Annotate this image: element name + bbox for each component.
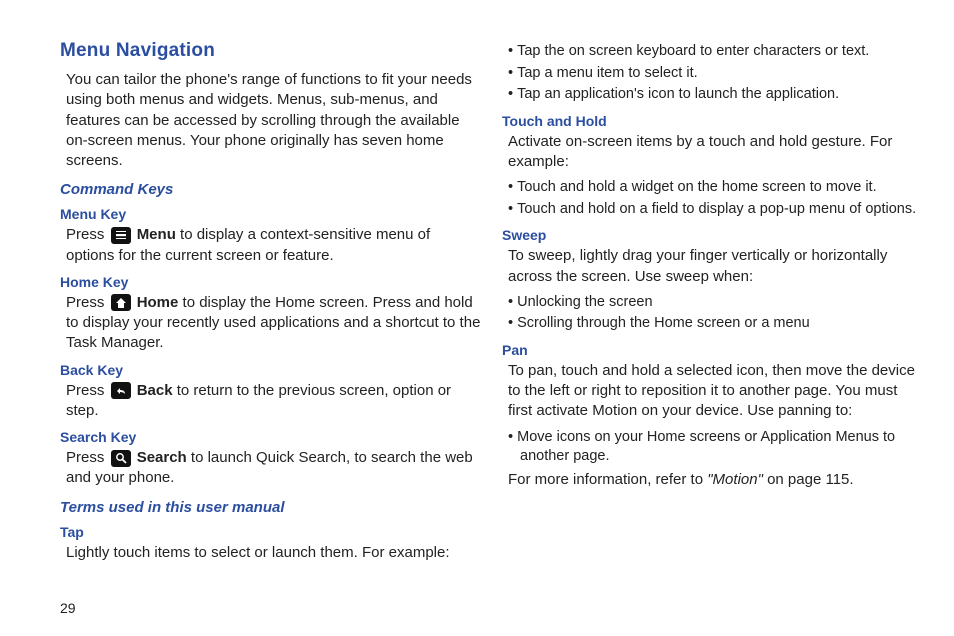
- left-column: Menu Navigation You can tailor the phone…: [60, 40, 482, 616]
- menu-key-body: Press Menu to display a context-sensitiv…: [66, 225, 482, 266]
- heading-home-key: Home Key: [60, 274, 482, 290]
- tap-body: Lightly touch items to select or launch …: [66, 543, 482, 563]
- pan-more-info: For more information, refer to "Motion" …: [508, 470, 924, 490]
- heading-menu-navigation: Menu Navigation: [60, 40, 482, 62]
- back-icon: [111, 382, 131, 399]
- heading-terms: Terms used in this user manual: [60, 499, 482, 516]
- right-column: Tap the on screen keyboard to enter char…: [502, 40, 924, 616]
- heading-menu-key: Menu Key: [60, 206, 482, 222]
- tap-bullet: Tap a menu item to select it.: [508, 64, 924, 84]
- text: Press: [66, 382, 109, 399]
- sweep-bullet: Scrolling through the Home screen or a m…: [508, 314, 924, 334]
- sweep-body: To sweep, lightly drag your finger verti…: [508, 246, 924, 287]
- text: on page 115.: [763, 471, 854, 488]
- tap-bullet: Tap an application's icon to launch the …: [508, 85, 924, 105]
- touch-hold-bullet: Touch and hold a widget on the home scre…: [508, 178, 924, 198]
- touch-hold-body: Activate on-screen items by a touch and …: [508, 132, 924, 173]
- heading-search-key: Search Key: [60, 429, 482, 445]
- text: Press: [66, 449, 109, 466]
- back-key-bold: Back: [137, 382, 173, 399]
- home-key-bold: Home: [137, 294, 179, 311]
- motion-reference: "Motion": [707, 471, 763, 488]
- pan-bullet: Move icons on your Home screens or Appli…: [508, 428, 924, 467]
- heading-pan: Pan: [502, 342, 924, 358]
- home-key-body: Press Home to display the Home screen. P…: [66, 293, 482, 354]
- pan-body: To pan, touch and hold a selected icon, …: [508, 361, 924, 422]
- search-key-bold: Search: [137, 449, 187, 466]
- intro-paragraph: You can tailor the phone's range of func…: [66, 70, 482, 171]
- heading-back-key: Back Key: [60, 362, 482, 378]
- heading-tap: Tap: [60, 524, 482, 540]
- heading-touch-hold: Touch and Hold: [502, 113, 924, 129]
- search-icon: [111, 450, 131, 467]
- search-key-body: Press Search to launch Quick Search, to …: [66, 448, 482, 489]
- page: Menu Navigation You can tailor the phone…: [0, 0, 954, 636]
- text: Press: [66, 294, 109, 311]
- home-icon: [111, 294, 131, 311]
- tap-bullet: Tap the on screen keyboard to enter char…: [508, 42, 924, 62]
- page-number: 29: [60, 600, 76, 616]
- menu-key-bold: Menu: [137, 226, 176, 243]
- heading-command-keys: Command Keys: [60, 181, 482, 198]
- heading-sweep: Sweep: [502, 227, 924, 243]
- text: Press: [66, 226, 109, 243]
- menu-icon: [111, 227, 131, 244]
- touch-hold-bullet: Touch and hold on a field to display a p…: [508, 200, 924, 220]
- sweep-bullet: Unlocking the screen: [508, 293, 924, 313]
- back-key-body: Press Back to return to the previous scr…: [66, 381, 482, 422]
- text: For more information, refer to: [508, 471, 707, 488]
